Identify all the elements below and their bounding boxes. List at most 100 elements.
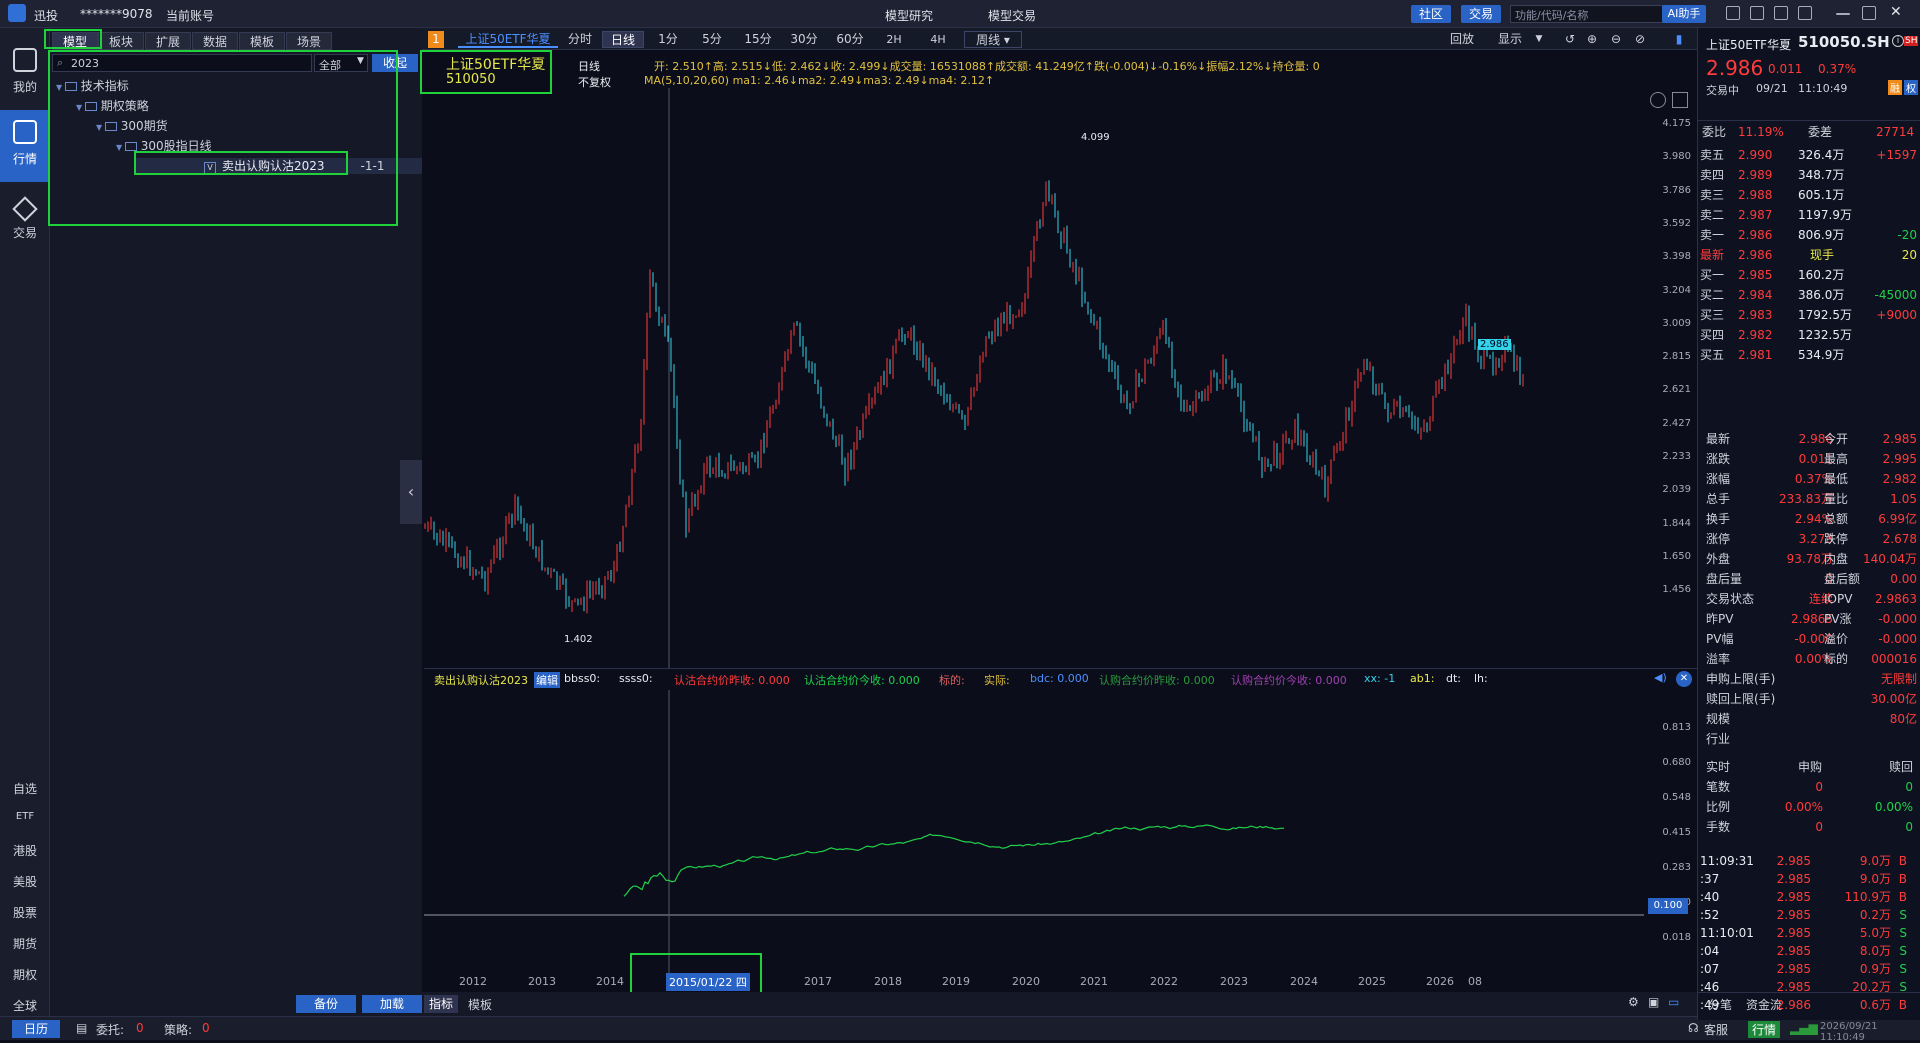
panel-toggle-icon[interactable]: ▮: [1672, 31, 1686, 48]
stat-row: PV幅 -0.000 溢价 -0.000: [1706, 632, 1917, 646]
price-axis-tick: 2.815: [1662, 351, 1691, 363]
tab-data[interactable]: 数据: [192, 32, 238, 50]
stat-row: 涨跌 0.011 最高 2.995: [1706, 452, 1917, 466]
collapse-left-icon[interactable]: ‹: [400, 460, 422, 524]
nav-options[interactable]: 期权: [0, 966, 50, 983]
bid-row: 买四 2.982 1232.5万: [1700, 328, 1852, 342]
stat-row: 交易状态 连续 IOPV 2.9863: [1706, 592, 1917, 606]
nav-futures[interactable]: 期货: [0, 935, 50, 952]
chart-tab[interactable]: 上证50ETF华夏: [458, 31, 558, 48]
undo-icon[interactable]: ↺: [1562, 31, 1578, 48]
stat-row: 行业: [1706, 732, 1731, 746]
quote-status[interactable]: 行情: [1748, 1021, 1781, 1038]
window-icon[interactable]: ▭: [1668, 995, 1679, 1009]
backup-button[interactable]: 备份: [296, 995, 356, 1013]
close-indicator-icon[interactable]: ✕: [1676, 671, 1692, 687]
account-label[interactable]: 当前账号: [166, 7, 214, 24]
search-placeholder: 功能/代码/名称: [1515, 9, 1589, 22]
account-number[interactable]: *******9078: [80, 7, 153, 21]
tab-scene[interactable]: 场景: [286, 32, 332, 50]
period-30m[interactable]: 30分: [782, 31, 826, 48]
nav-trade[interactable]: 交易: [0, 190, 50, 262]
model-research-button[interactable]: 模型研究: [885, 7, 933, 24]
load-button[interactable]: 加载: [362, 995, 422, 1013]
price-axis-tick: 2.233: [1662, 451, 1691, 462]
high-annotation: 4.099: [1081, 132, 1110, 143]
stat-row: 申购上限(手) 无限制: [1706, 672, 1917, 686]
nav-mine[interactable]: 我的: [0, 38, 50, 110]
chart-icon: [13, 120, 37, 144]
shirt-icon[interactable]: [1798, 6, 1812, 20]
service-button[interactable]: 客服: [1704, 1021, 1728, 1038]
period-15m[interactable]: 15分: [736, 31, 780, 48]
equity-chart[interactable]: [424, 690, 1644, 975]
search-input[interactable]: 功能/代码/名称: [1510, 5, 1670, 23]
refresh-icon[interactable]: ⊘: [1632, 31, 1648, 48]
period-daily[interactable]: 日线: [602, 31, 644, 48]
calendar-button[interactable]: 日历: [12, 1020, 60, 1038]
expand-icon[interactable]: [1672, 92, 1688, 108]
settings-round-icon[interactable]: [1650, 92, 1666, 108]
indicator-tab[interactable]: 指标: [424, 995, 458, 1013]
info-bar: 上证50ETF华夏 510050 日线 不复权 开: 2.510↑高: 2.51…: [420, 50, 1697, 94]
subtable-row: 手数 0 0: [1706, 820, 1913, 834]
nav-etf[interactable]: ETF: [0, 811, 50, 822]
tab-extension[interactable]: 扩展: [145, 32, 191, 50]
period-2h[interactable]: 2H: [874, 31, 914, 48]
nav-us[interactable]: 美股: [0, 873, 50, 890]
subtable-header: 实时 申购 赎回: [1706, 760, 1913, 774]
period-weekly-dropdown[interactable]: 周线 ▾: [964, 31, 1022, 48]
save-icon[interactable]: ▣: [1648, 995, 1659, 1009]
chart-tabbar: 1 上证50ETF华夏 分时 日线 1分 5分 15分 30分 60分 2H 4…: [422, 28, 1697, 50]
subtable-row: 笔数 0 0: [1706, 780, 1913, 794]
tab-sector[interactable]: 板块: [98, 32, 144, 50]
price-axis-tick: 3.980: [1662, 151, 1691, 163]
sub-axis-tick: 0.415: [1662, 827, 1691, 838]
quote-time: 11:10:49: [1798, 82, 1848, 95]
nav-hk[interactable]: 港股: [0, 842, 50, 859]
low-annotation: 1.402: [564, 634, 593, 645]
nav-quote[interactable]: 行情: [0, 110, 50, 182]
community-button[interactable]: 社区: [1411, 5, 1451, 23]
sub-axis-tick: 0.548: [1662, 792, 1691, 803]
model-trade-button[interactable]: 模型交易: [988, 7, 1036, 24]
restore-icon[interactable]: [1862, 6, 1876, 20]
template-tab[interactable]: 模板: [468, 996, 492, 1013]
bid-row: 买五 2.981 534.9万: [1700, 348, 1845, 362]
price-axis-tick: 4.175: [1662, 118, 1691, 129]
settings-icon[interactable]: [1726, 6, 1740, 20]
zoom-in-icon[interactable]: ⊕: [1584, 31, 1600, 48]
period-1m[interactable]: 1分: [648, 31, 688, 48]
nav-watchlist[interactable]: 自选: [0, 780, 50, 797]
weibi-row: 委比 11.19% 委差 27714: [1698, 120, 1920, 142]
minimize-icon[interactable]: [1836, 13, 1850, 15]
edit-icon[interactable]: [1750, 6, 1764, 20]
trade-button[interactable]: 交易: [1461, 5, 1501, 23]
price-axis-tick: 3.009: [1662, 317, 1691, 329]
gear-icon[interactable]: ⚙: [1628, 995, 1639, 1009]
chevron-down-icon[interactable]: ▼: [1534, 31, 1544, 48]
close-icon[interactable]: ✕: [1890, 5, 1904, 20]
sub-axis-tick: 0.283: [1662, 862, 1691, 873]
period-intraday[interactable]: 分时: [560, 31, 600, 48]
display-button[interactable]: 显示: [1490, 31, 1530, 48]
ai-assistant-button[interactable]: AI助手: [1662, 5, 1706, 23]
ask-row: 卖五 2.990 326.4万 +1597: [1700, 148, 1917, 162]
indicator-name[interactable]: 卖出认购认沽2023: [434, 672, 528, 688]
nav-stock[interactable]: 股票: [0, 904, 50, 921]
speaker-icon[interactable]: ◀): [1654, 671, 1667, 684]
quote-percent: 0.37%: [1818, 62, 1857, 76]
tab-template[interactable]: 模板: [239, 32, 285, 50]
period-60m[interactable]: 60分: [828, 31, 872, 48]
replay-button[interactable]: 回放: [1442, 31, 1482, 48]
nav-global[interactable]: 全球: [0, 997, 50, 1014]
kline-chart[interactable]: [424, 88, 1644, 668]
layout-icon[interactable]: [1774, 6, 1788, 20]
quote-panel: 上证50ETF华夏 510050.SH i SH 2.986 0.011 0.3…: [1697, 28, 1920, 1020]
zoom-out-icon[interactable]: ⊖: [1608, 31, 1624, 48]
info-icon[interactable]: i: [1892, 35, 1904, 47]
edit-button[interactable]: 编辑: [534, 672, 560, 688]
period-5m[interactable]: 5分: [692, 31, 732, 48]
period-4h[interactable]: 4H: [918, 31, 958, 48]
quote-title: 上证50ETF华夏: [1706, 38, 1792, 52]
